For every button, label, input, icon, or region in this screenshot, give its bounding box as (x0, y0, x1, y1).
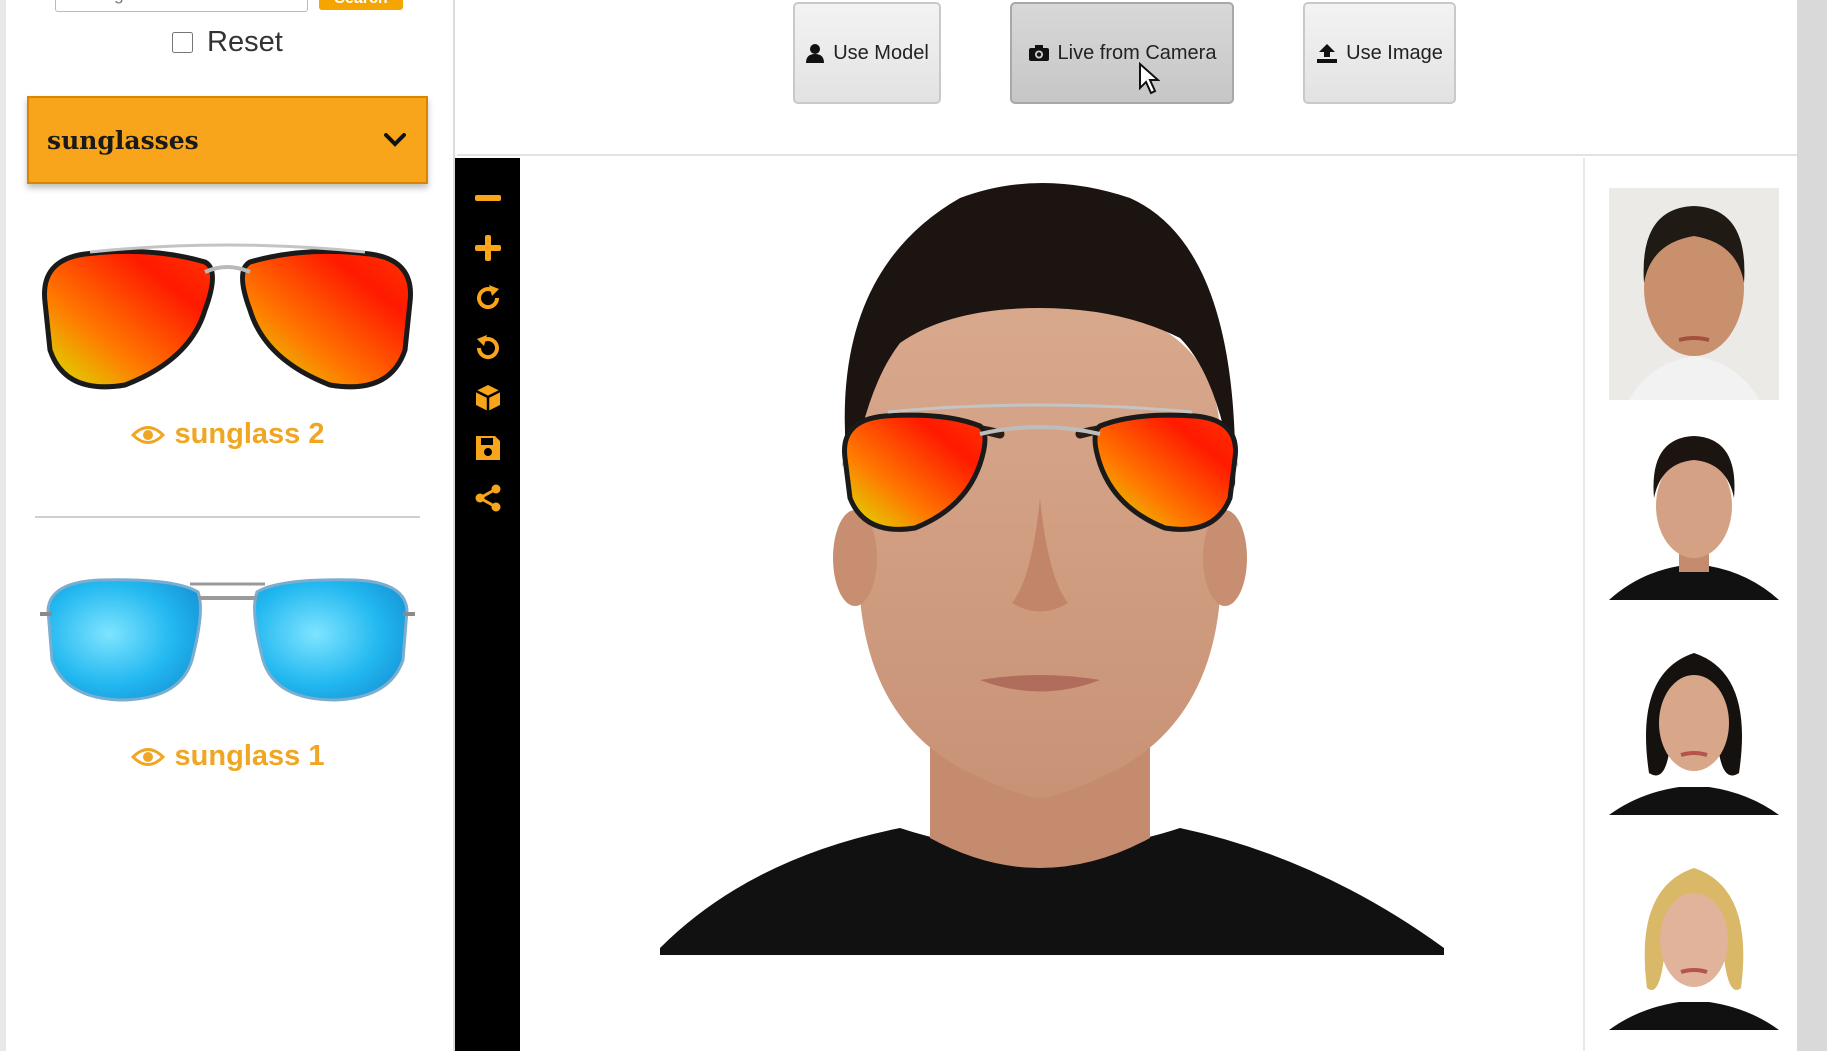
search-button[interactable]: Search (319, 0, 403, 10)
model-face-preview (660, 183, 1444, 955)
rotate-left-icon (476, 335, 499, 360)
save-icon (475, 436, 500, 460)
minus-icon (474, 195, 501, 201)
product-link-sunglass-1[interactable]: sunglass 1 (130, 740, 325, 773)
zoom-out-button[interactable] (469, 180, 507, 216)
editor-toolbar (455, 158, 520, 1051)
model-thumbnail-4[interactable] (1609, 858, 1779, 1030)
3d-view-button[interactable] (469, 380, 507, 416)
aviator-sunglasses-image (42, 243, 413, 390)
zoom-in-button[interactable] (469, 230, 507, 266)
rotate-left-button[interactable] (469, 330, 507, 366)
reset-label: Reset (207, 26, 283, 58)
chevron-down-icon (384, 133, 406, 147)
use-model-button[interactable]: Use Model (793, 2, 941, 104)
square-sunglasses-image (40, 578, 415, 702)
reset-checkbox[interactable] (172, 32, 193, 53)
product-name-label: sunglass 2 (174, 418, 325, 450)
category-selected-label: sunglasses (47, 125, 199, 155)
share-icon (475, 484, 500, 512)
product-card-sunglass-1[interactable]: sunglass 1 (35, 570, 420, 773)
rotate-right-icon (476, 285, 499, 310)
model-thumbnail-list (1583, 158, 1797, 1051)
rotate-right-button[interactable] (469, 280, 507, 316)
live-from-camera-label: Live from Camera (1057, 41, 1217, 64)
model-thumbnail-1[interactable] (1609, 188, 1779, 400)
use-model-label: Use Model (833, 41, 929, 64)
window-edge (1797, 0, 1827, 1051)
save-button[interactable] (469, 430, 507, 466)
model-thumbnail-2[interactable] (1609, 428, 1779, 600)
upload-icon (1317, 44, 1338, 63)
user-icon (806, 44, 825, 63)
reset-option[interactable]: Reset (172, 26, 283, 59)
plus-icon (474, 235, 501, 261)
product-name-label: sunglass 1 (174, 740, 325, 772)
model-thumbnail-3[interactable] (1609, 643, 1779, 815)
eye-icon (130, 425, 165, 444)
search-input[interactable] (55, 0, 308, 12)
camera-icon (1028, 45, 1049, 61)
share-button[interactable] (469, 480, 507, 516)
product-divider (35, 516, 420, 518)
cube-icon (474, 385, 501, 411)
live-from-camera-button[interactable]: Live from Camera (1010, 2, 1234, 104)
product-sidebar: Search Reset sunglasses (0, 0, 455, 1051)
try-on-stage[interactable] (520, 158, 1583, 1051)
mouse-cursor-icon (1139, 62, 1160, 95)
use-image-button[interactable]: Use Image (1303, 2, 1456, 104)
eye-icon (130, 747, 165, 766)
product-link-sunglass-2[interactable]: sunglass 2 (130, 418, 325, 451)
category-dropdown[interactable]: sunglasses (27, 96, 428, 184)
use-image-label: Use Image (1346, 41, 1443, 64)
product-card-sunglass-2[interactable]: sunglass 2 (35, 240, 420, 451)
